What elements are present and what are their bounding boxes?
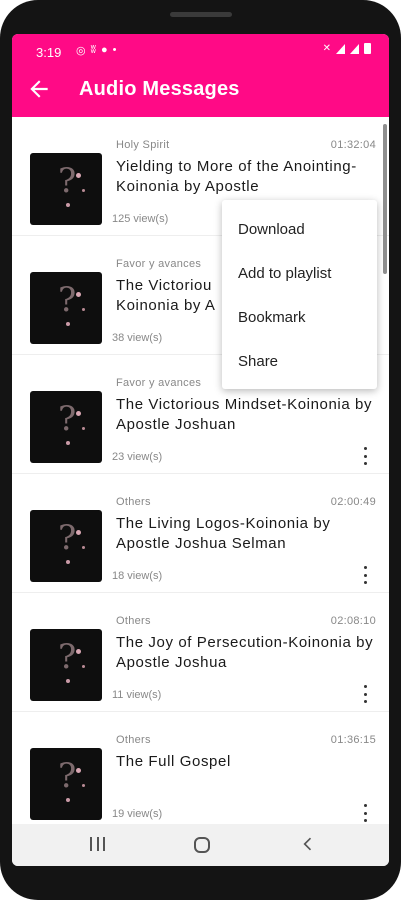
item-category: Favor y avances — [116, 258, 202, 270]
arrow-left-icon[interactable] — [26, 76, 52, 102]
item-category: Favor y avances — [116, 377, 202, 389]
list-item[interactable]: ? Others 02:08:10 The Joy of Persecution… — [12, 593, 389, 712]
mute-icon: ✕ — [322, 43, 331, 54]
speaker-grille — [170, 12, 232, 17]
thumbnail: ? — [30, 272, 102, 344]
item-duration: 01:32:04 — [330, 139, 376, 151]
thumbnail: ? — [30, 629, 102, 701]
messenger-icon: ● — [100, 44, 108, 56]
scrollbar[interactable] — [383, 124, 387, 274]
page-title: Audio Messages — [79, 78, 240, 100]
more-options-icon[interactable] — [361, 685, 369, 703]
item-views: 23 view(s) — [112, 451, 163, 463]
item-category: Others — [116, 496, 151, 508]
menu-item-bookmark[interactable]: Bookmark — [222, 296, 377, 340]
more-options-icon[interactable] — [361, 804, 369, 822]
item-category: Holy Spirit — [116, 139, 170, 151]
at-icon: ʬ — [90, 44, 96, 56]
list-item[interactable]: ? Others 02:00:49 The Living Logos-Koino… — [12, 474, 389, 593]
dot-icon: • — [112, 44, 117, 56]
item-duration: 02:08:10 — [330, 615, 376, 627]
app-bar: 3:19 ◎ ʬ ● • ✕ Audio Messages — [12, 34, 389, 117]
signal-icon — [350, 43, 359, 54]
item-duration: 01:36:15 — [330, 734, 376, 746]
phone-frame: 3:19 ◎ ʬ ● • ✕ Audio Messages ? Holy Spi… — [0, 0, 401, 900]
system-icons: ✕ — [323, 43, 371, 54]
menu-item-share[interactable]: Share — [222, 340, 377, 384]
item-title: The Living Logos-Koinonia by Apostle Jos… — [116, 515, 331, 552]
wifi-signal-icon — [336, 43, 345, 54]
menu-item-download[interactable]: Download — [222, 208, 377, 252]
whatsapp-icon: ◎ — [76, 45, 86, 57]
status-time: 3:19 — [36, 45, 62, 60]
system-nav-bar — [12, 824, 389, 866]
item-category: Others — [116, 734, 151, 746]
thumbnail: ? — [30, 153, 102, 225]
item-title: The Victorious Mindset-Koinonia by Apost… — [116, 396, 373, 433]
notification-icons: ◎ ʬ ● • — [76, 44, 116, 57]
item-views: 11 view(s) — [112, 689, 162, 701]
item-title: The Joy of Persecution-Koinonia by Apost… — [116, 634, 374, 671]
item-duration: 02:00:49 — [330, 496, 376, 508]
item-views: 125 view(s) — [112, 213, 169, 225]
list-item[interactable]: ? Others 01:36:15 The Full Gospel 19 vie… — [12, 712, 389, 831]
item-title: The Full Gospel — [116, 753, 231, 770]
recent-apps-icon[interactable] — [90, 837, 105, 851]
item-title: Yielding to More of the Anointing-Koinon… — [116, 158, 357, 195]
popup-menu: Download Add to playlist Bookmark Share — [222, 200, 377, 389]
back-icon[interactable] — [298, 834, 318, 854]
status-bar: 3:19 ◎ ʬ ● • ✕ — [12, 34, 389, 64]
item-views: 18 view(s) — [112, 570, 163, 582]
home-icon[interactable] — [194, 837, 210, 853]
item-views: 38 view(s) — [112, 332, 163, 344]
more-options-icon[interactable] — [361, 566, 369, 584]
screen: 3:19 ◎ ʬ ● • ✕ Audio Messages ? Holy Spi… — [12, 34, 389, 866]
item-title: The Victoriou Koinonia by A — [116, 277, 216, 314]
menu-item-add-to-playlist[interactable]: Add to playlist — [222, 252, 377, 296]
item-category: Others — [116, 615, 151, 627]
thumbnail: ? — [30, 510, 102, 582]
battery-icon — [364, 43, 371, 54]
thumbnail: ? — [30, 391, 102, 463]
more-options-icon[interactable] — [361, 447, 369, 465]
item-views: 19 view(s) — [112, 808, 163, 820]
thumbnail: ? — [30, 748, 102, 820]
